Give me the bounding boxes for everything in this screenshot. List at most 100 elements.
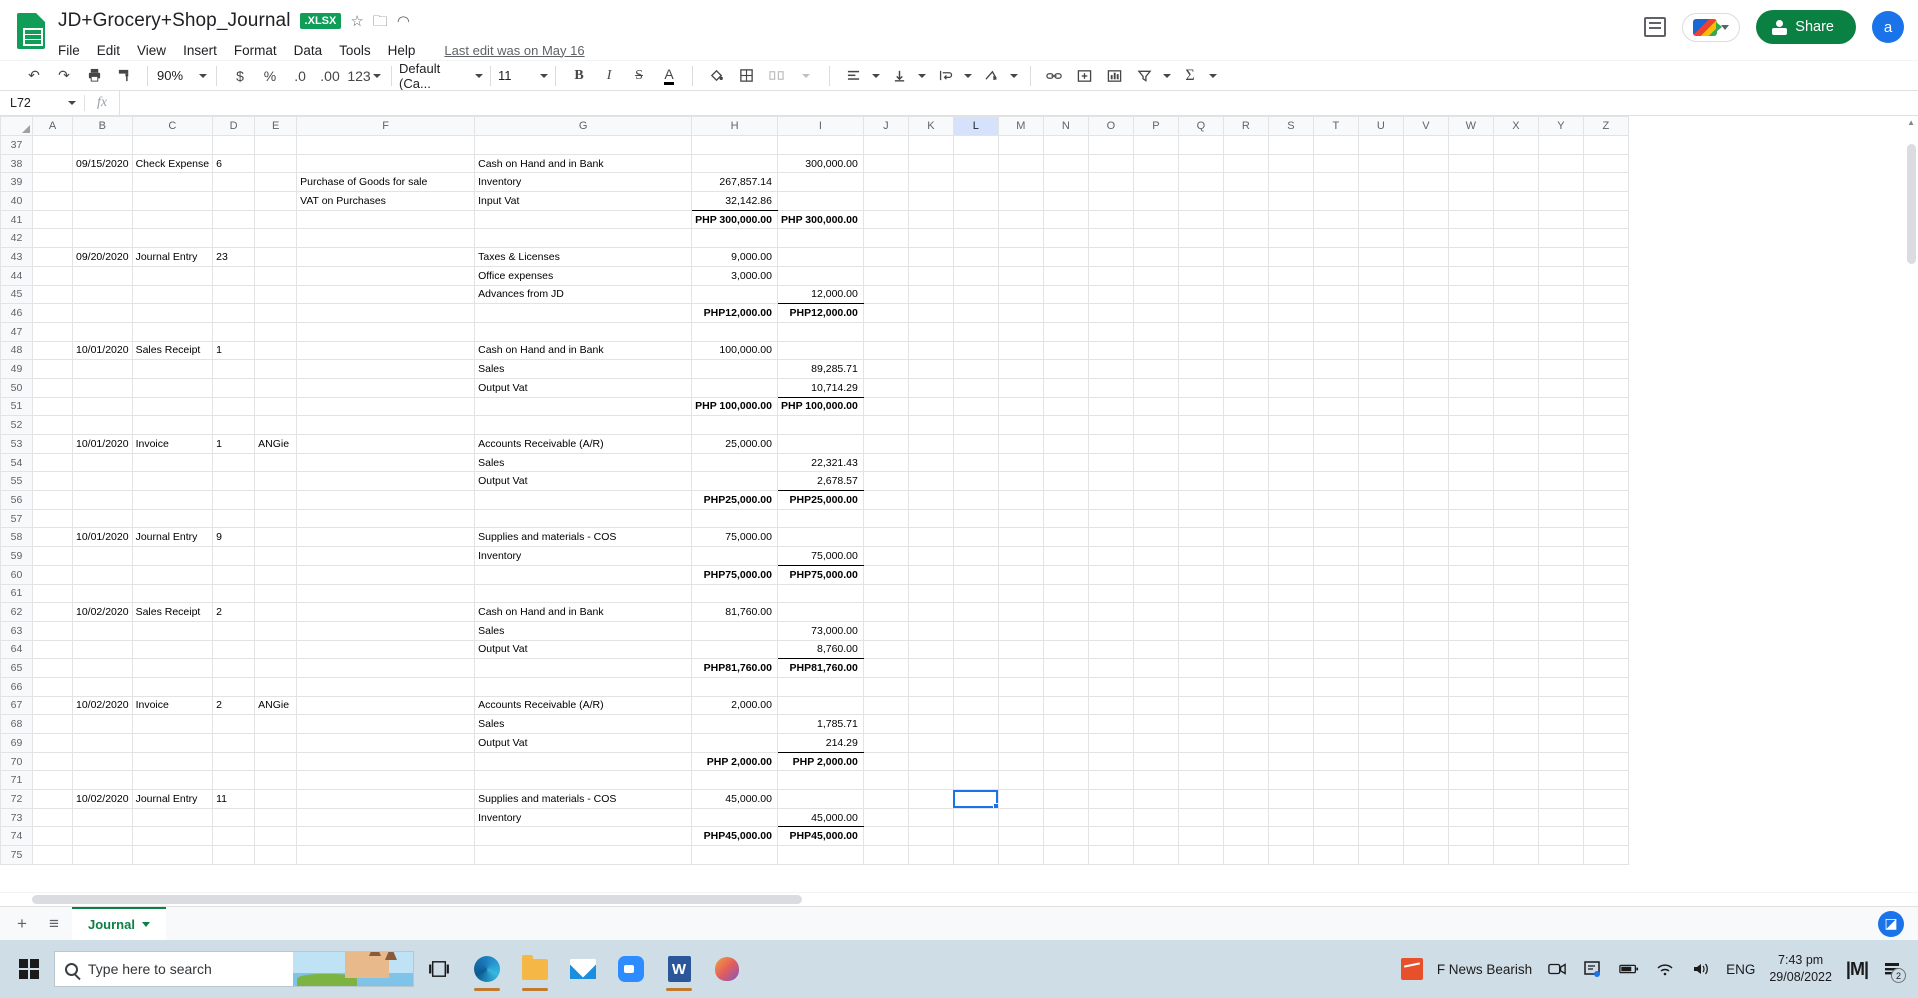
cell-O59[interactable] (1087, 546, 1134, 566)
cell-H56[interactable]: PHP25,000.00 (691, 490, 778, 510)
cell-M74[interactable] (997, 826, 1044, 847)
cell-X48[interactable] (1492, 340, 1539, 361)
cell-F39[interactable]: Purchase of Goods for sale (296, 172, 476, 193)
cell-N63[interactable] (1042, 620, 1089, 641)
cell-G47[interactable] (474, 321, 693, 342)
cell-L48[interactable] (952, 340, 999, 361)
cell-E61[interactable] (254, 583, 298, 604)
cell-H47[interactable] (691, 321, 778, 342)
cell-M43[interactable] (997, 247, 1044, 267)
cell-X69[interactable] (1492, 733, 1539, 753)
italic-button[interactable]: I (596, 63, 622, 89)
cell-T48[interactable] (1312, 340, 1359, 361)
cell-B51[interactable] (72, 396, 133, 417)
cell-T61[interactable] (1312, 583, 1359, 604)
cell-T38[interactable] (1312, 153, 1359, 174)
cell-I64[interactable]: 8,760.00 (776, 639, 864, 660)
explore-icon[interactable]: ◪ (1878, 910, 1904, 937)
cell-Z74[interactable] (1582, 826, 1629, 847)
cell-S58[interactable] (1267, 527, 1314, 548)
cell-N61[interactable] (1042, 583, 1089, 604)
cell-E41[interactable] (254, 209, 298, 230)
cell-Z71[interactable] (1582, 770, 1629, 791)
cell-L66[interactable] (952, 676, 999, 697)
cell-S71[interactable] (1267, 770, 1314, 791)
cell-R49[interactable] (1222, 359, 1269, 379)
cell-Q64[interactable] (1177, 639, 1224, 660)
cell-K44[interactable] (907, 265, 954, 286)
cell-T37[interactable] (1312, 135, 1359, 155)
cell-F63[interactable] (296, 620, 476, 641)
cell-H55[interactable] (691, 471, 778, 492)
cell-K66[interactable] (907, 676, 954, 697)
cell-K75[interactable] (907, 845, 954, 865)
cell-M39[interactable] (997, 172, 1044, 193)
cell-Z56[interactable] (1582, 490, 1629, 510)
row-header-63[interactable]: 63 (0, 620, 33, 641)
cell-Z52[interactable] (1582, 415, 1629, 435)
battery-icon[interactable] (1618, 960, 1640, 978)
cell-A61[interactable] (32, 583, 73, 604)
cell-S44[interactable] (1267, 265, 1314, 286)
cell-Y60[interactable] (1537, 564, 1584, 585)
cell-T71[interactable] (1312, 770, 1359, 791)
cell-T75[interactable] (1312, 845, 1359, 865)
cell-D56[interactable] (212, 490, 256, 510)
cell-L60[interactable] (952, 564, 999, 585)
cell-U75[interactable] (1357, 845, 1404, 865)
cell-F43[interactable] (296, 247, 476, 267)
cell-K37[interactable] (907, 135, 954, 155)
column-header-s[interactable]: S (1267, 116, 1314, 136)
cell-S40[interactable] (1267, 191, 1314, 211)
cell-M69[interactable] (997, 733, 1044, 753)
cell-B73[interactable] (72, 807, 133, 828)
cell-Z38[interactable] (1582, 153, 1629, 174)
scroll-up-arrow-icon[interactable]: ▲ (1907, 118, 1915, 127)
cell-L52[interactable] (952, 415, 999, 435)
row-header-61[interactable]: 61 (0, 583, 33, 604)
cell-I56[interactable]: PHP25,000.00 (776, 490, 864, 510)
row-header-45[interactable]: 45 (0, 284, 33, 305)
cell-I71[interactable] (776, 770, 864, 791)
notifications-icon[interactable]: 2 (1882, 960, 1906, 983)
cell-Z54[interactable] (1582, 452, 1629, 473)
cell-I54[interactable]: 22,321.43 (776, 452, 864, 473)
cell-W62[interactable] (1447, 602, 1494, 622)
cell-G54[interactable]: Sales (474, 452, 693, 473)
cell-G70[interactable] (474, 751, 693, 772)
cell-H44[interactable]: 3,000.00 (691, 265, 778, 286)
cell-H50[interactable] (691, 377, 778, 398)
cell-W74[interactable] (1447, 826, 1494, 847)
move-to-folder-icon[interactable]: 🗀 (373, 14, 388, 29)
cell-S67[interactable] (1267, 695, 1314, 716)
cell-F53[interactable] (296, 434, 476, 454)
cell-O65[interactable] (1087, 658, 1134, 678)
cell-I58[interactable] (776, 527, 864, 548)
cell-L64[interactable] (952, 639, 999, 660)
cell-I68[interactable]: 1,785.71 (776, 714, 864, 734)
merge-cells-icon[interactable] (763, 63, 789, 89)
last-edit-link[interactable]: Last edit was on May 16 (444, 43, 584, 58)
cell-M75[interactable] (997, 845, 1044, 865)
cell-K71[interactable] (907, 770, 954, 791)
cell-W57[interactable] (1447, 508, 1494, 529)
cell-K50[interactable] (907, 377, 954, 398)
cell-U61[interactable] (1357, 583, 1404, 604)
cell-S63[interactable] (1267, 620, 1314, 641)
cell-P50[interactable] (1132, 377, 1179, 398)
cell-P38[interactable] (1132, 153, 1179, 174)
cell-B58[interactable]: 10/01/2020 (72, 527, 133, 548)
cell-G66[interactable] (474, 676, 693, 697)
cell-T49[interactable] (1312, 359, 1359, 379)
cell-J58[interactable] (862, 527, 909, 548)
cell-H71[interactable] (691, 770, 778, 791)
cell-N73[interactable] (1042, 807, 1089, 828)
cell-V51[interactable] (1402, 396, 1449, 417)
column-header-j[interactable]: J (862, 116, 909, 136)
cell-Y48[interactable] (1537, 340, 1584, 361)
cell-R42[interactable] (1222, 228, 1269, 249)
cell-B67[interactable]: 10/02/2020 (72, 695, 133, 716)
cell-X55[interactable] (1492, 471, 1539, 492)
cell-B75[interactable] (72, 845, 133, 865)
cell-J49[interactable] (862, 359, 909, 379)
